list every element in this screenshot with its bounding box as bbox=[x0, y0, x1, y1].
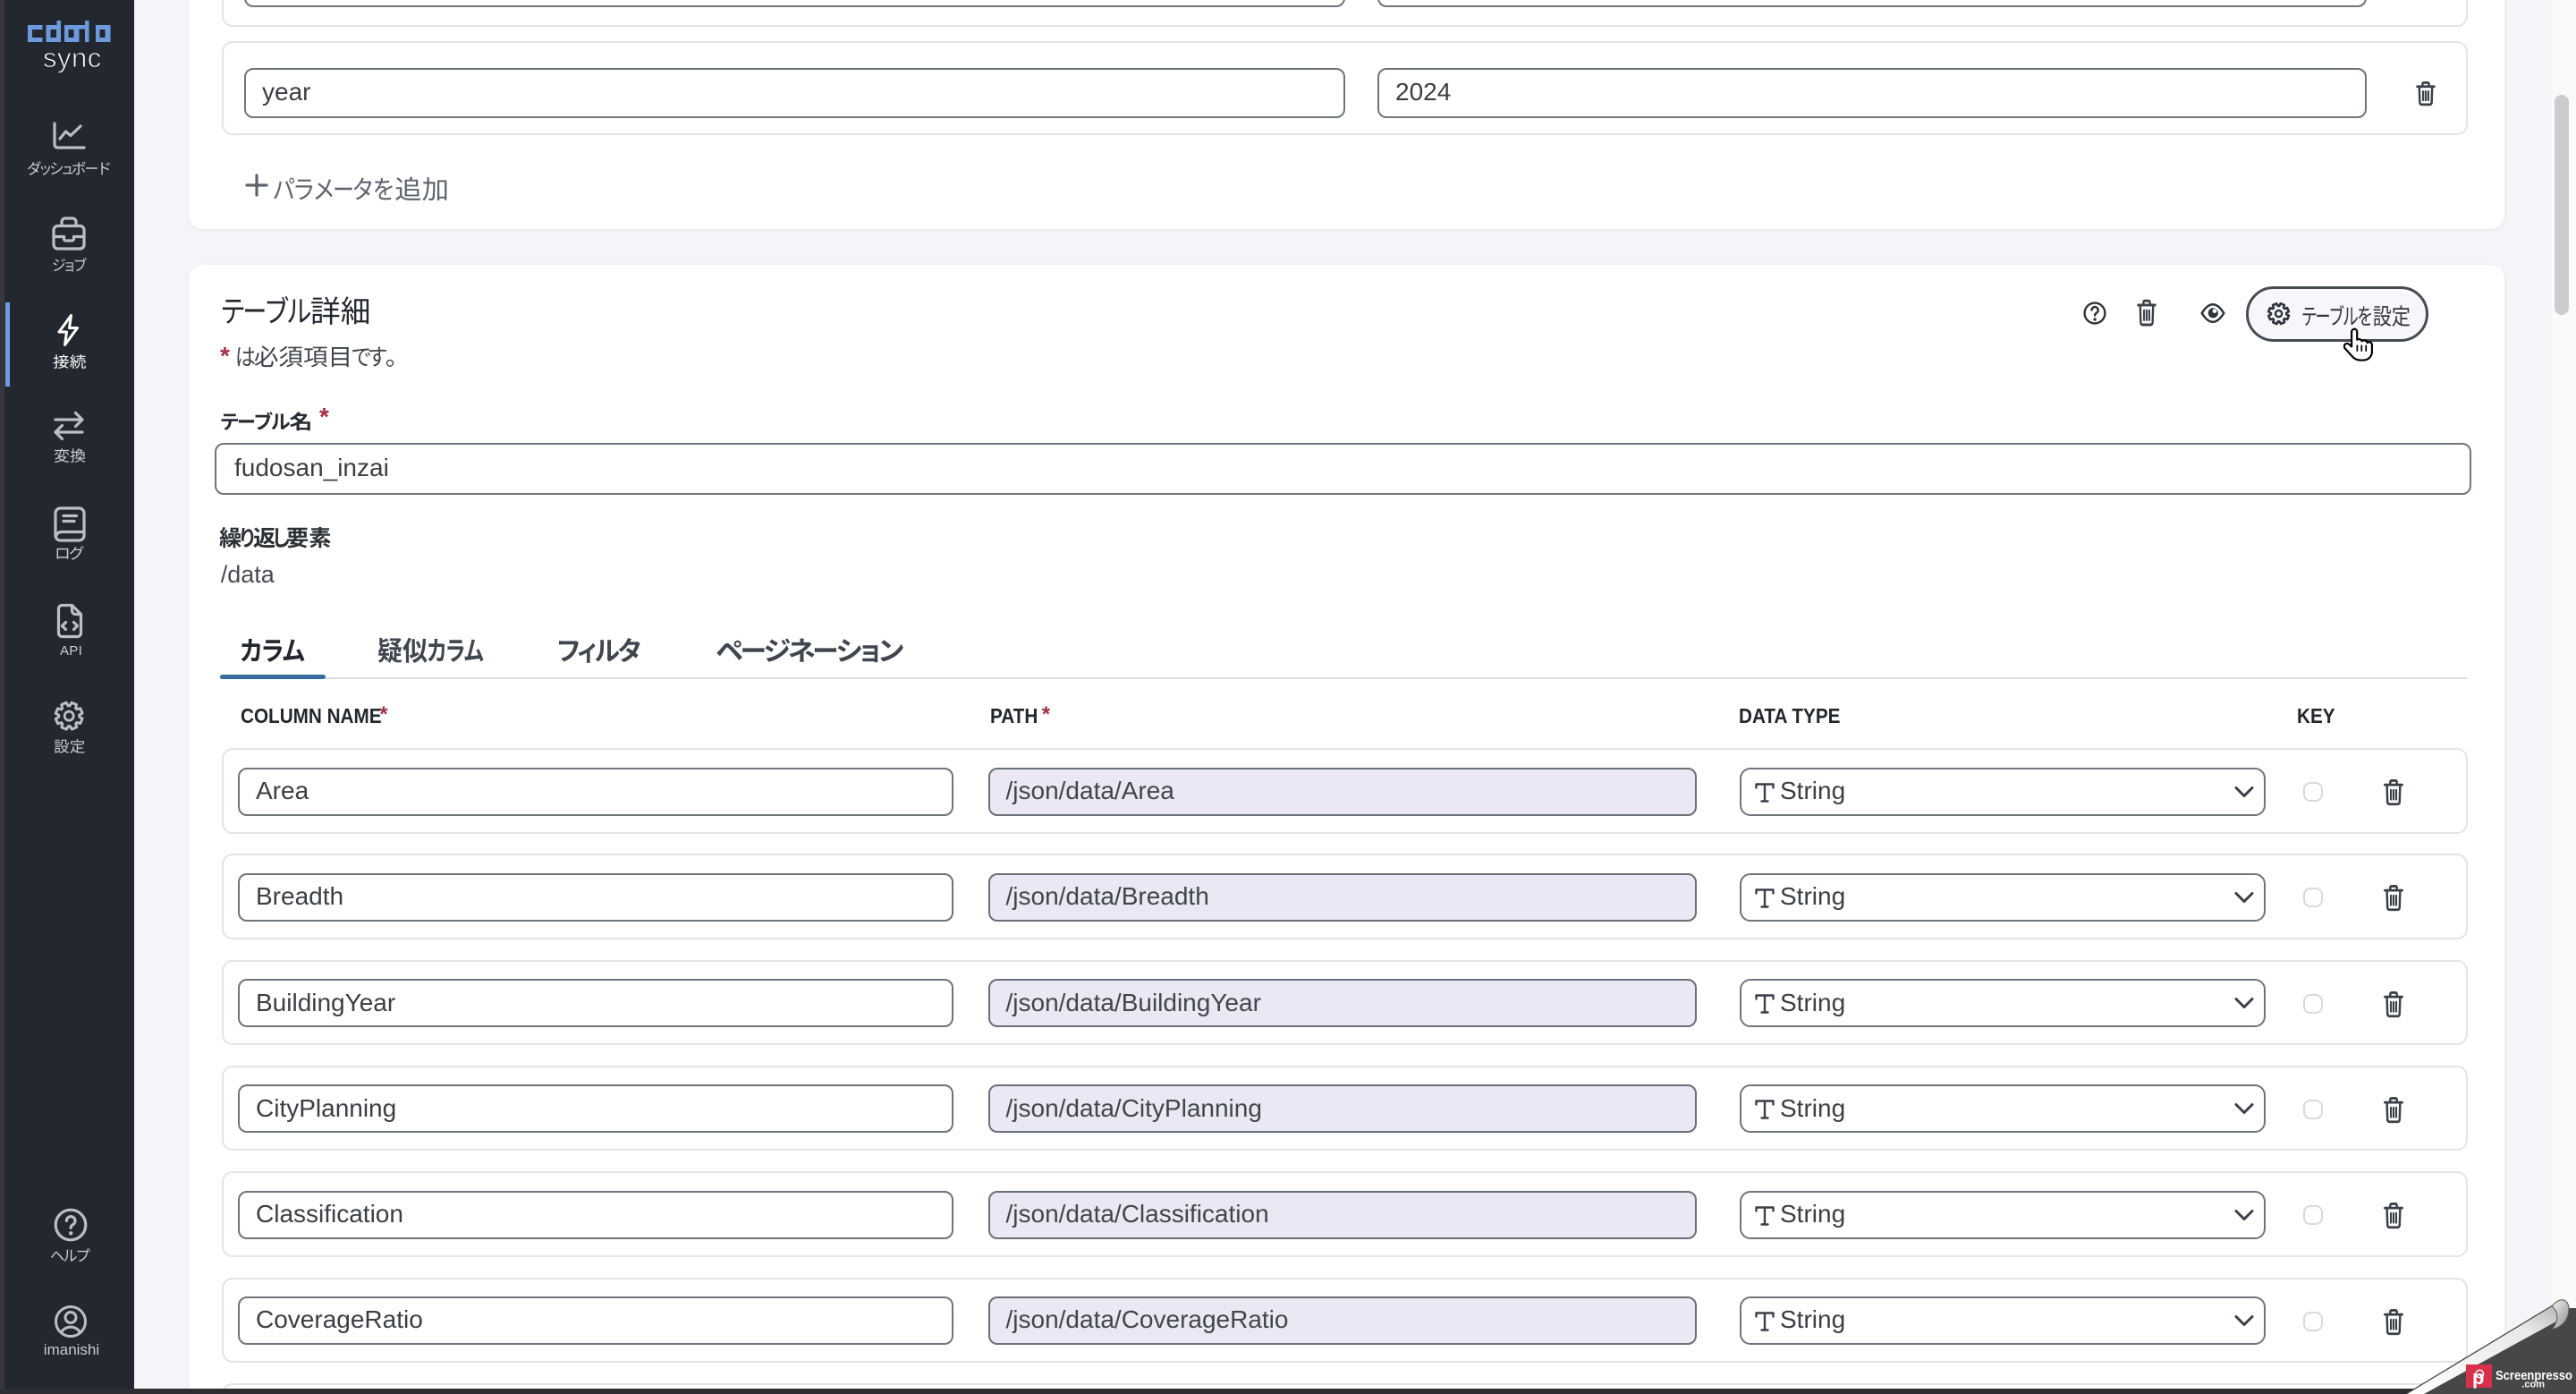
svg-text:.com: .com bbox=[2521, 1380, 2545, 1390]
